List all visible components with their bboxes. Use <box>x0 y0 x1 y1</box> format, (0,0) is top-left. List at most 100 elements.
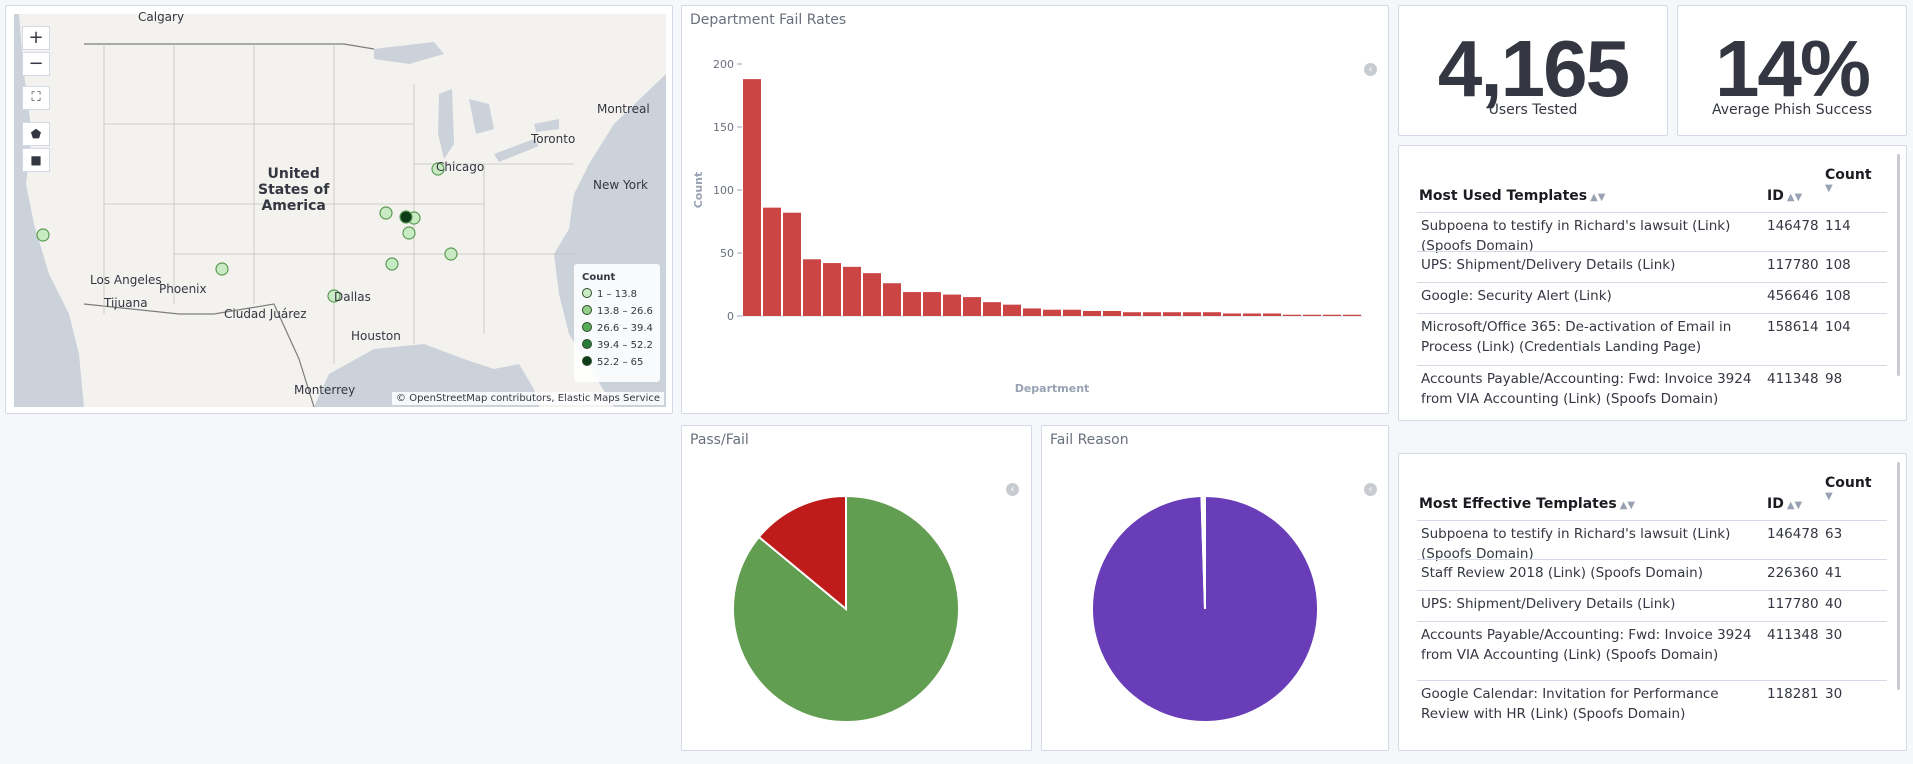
bar[interactable] <box>963 297 981 316</box>
bar[interactable] <box>1083 310 1101 316</box>
legend-item: 52.2 – 65 <box>582 356 643 370</box>
pass-fail-panel: Pass/Fail ‹ <box>681 425 1032 751</box>
bar[interactable] <box>863 273 881 316</box>
bar[interactable] <box>1003 304 1021 316</box>
y-tick-label: 100 <box>713 184 734 197</box>
bar[interactable] <box>803 259 821 316</box>
draw-polygon-icon[interactable]: ⬟ <box>22 122 50 146</box>
map-point[interactable] <box>36 228 50 242</box>
kpi-phish-panel: 14% Average Phish Success <box>1677 5 1907 136</box>
column-header-id[interactable]: ID ▲▼ <box>1767 188 1802 204</box>
bar[interactable] <box>1023 308 1041 316</box>
column-header-id[interactable]: ID ▲▼ <box>1767 496 1802 512</box>
bar[interactable] <box>1263 313 1281 316</box>
legend-item: 13.8 – 26.6 <box>582 305 653 319</box>
city-label: Dallas <box>334 290 371 304</box>
bar[interactable] <box>883 283 901 316</box>
x-axis-label: Department <box>1015 382 1090 395</box>
legend-swatch <box>582 339 592 349</box>
kpi-label: Average Phish Success <box>1711 102 1873 118</box>
table-row[interactable]: Accounts Payable/Accounting: Fwd: Invoic… <box>1417 365 1887 410</box>
table-row[interactable]: Accounts Payable/Accounting: Fwd: Invoic… <box>1417 621 1887 666</box>
most-used-panel: Most Used Templates ▲▼ ID ▲▼ Count ▼ Subpoe… <box>1398 145 1907 421</box>
bar[interactable] <box>1323 314 1341 316</box>
map-point[interactable] <box>379 206 393 220</box>
city-label: Monterrey <box>294 383 356 397</box>
kpi-label: Users Tested <box>1488 102 1578 118</box>
bar[interactable] <box>1143 312 1161 316</box>
column-header-count[interactable]: Count ▼ <box>1825 167 1872 194</box>
bar[interactable] <box>1043 309 1061 316</box>
table-row[interactable]: Subpoena to testify in Richard's lawsuit… <box>1417 212 1887 254</box>
bar[interactable] <box>1343 314 1361 316</box>
map-legend: Count 1 – 13.8 13.8 – 26.6 26.6 – 39.4 3… <box>574 264 660 382</box>
city-label: Toronto <box>531 132 576 146</box>
dept-bar-chart: 0 50 100 150 200 Count Department <box>692 58 1362 395</box>
city-label: Montreal <box>597 102 650 116</box>
region-map[interactable] <box>14 14 666 407</box>
table-row[interactable]: Staff Review 2018 (Link) (Spoofs Domain)… <box>1417 559 1887 590</box>
legend-item: 1 – 13.8 <box>582 288 637 302</box>
table-row[interactable]: Google: Security Alert (Link) 456646 108 <box>1417 282 1887 313</box>
bar[interactable] <box>1103 310 1121 316</box>
bar[interactable] <box>1063 309 1081 316</box>
legend-item: 26.6 – 39.4 <box>582 322 653 336</box>
bar[interactable] <box>763 207 781 316</box>
legend-title: Count <box>582 272 616 283</box>
map-point[interactable] <box>399 210 413 224</box>
y-tick-label: 200 <box>713 58 734 71</box>
bar[interactable] <box>823 263 841 316</box>
legend-swatch <box>582 288 592 298</box>
city-label: New York <box>593 178 648 192</box>
bar[interactable] <box>1243 313 1261 316</box>
table-row[interactable]: Google Calendar: Invitation for Performa… <box>1417 680 1887 725</box>
zoom-out-button[interactable]: − <box>22 52 50 76</box>
column-header-name[interactable]: Most Effective Templates ▲▼ <box>1419 496 1635 512</box>
legend-item: 39.4 – 52.2 <box>582 339 653 353</box>
bar[interactable] <box>923 292 941 316</box>
table-row[interactable]: Subpoena to testify in Richard's lawsuit… <box>1417 520 1887 562</box>
column-header-count[interactable]: Count ▼ <box>1825 475 1872 502</box>
bar[interactable] <box>903 292 921 316</box>
scrollbar[interactable] <box>1897 462 1900 690</box>
dept-fail-panel: Department Fail Rates ‹ 0 50 100 150 200 Coun… <box>681 5 1389 414</box>
bar[interactable] <box>1123 312 1141 316</box>
bar[interactable] <box>1223 313 1241 316</box>
fit-bounds-icon[interactable]: ⛶ <box>22 86 50 110</box>
y-tick-label: 50 <box>720 247 734 260</box>
bar[interactable] <box>1303 314 1321 316</box>
kpi-users-panel: 4,165 Users Tested <box>1398 5 1668 136</box>
table-row[interactable]: Microsoft/Office 365: De-activation of E… <box>1417 313 1887 355</box>
y-tick-label: 150 <box>713 121 734 134</box>
fail-reason-panel: Fail Reason ‹ <box>1041 425 1389 751</box>
bar[interactable] <box>1183 312 1201 316</box>
zoom-in-button[interactable]: + <box>22 26 50 50</box>
draw-rectangle-icon[interactable]: ■ <box>22 148 50 172</box>
bar[interactable] <box>1163 312 1181 316</box>
city-label: Houston <box>351 329 401 343</box>
table-row[interactable]: UPS: Shipment/Delivery Details (Link) 117… <box>1417 251 1887 282</box>
bar[interactable] <box>1203 312 1221 316</box>
bar[interactable] <box>983 302 1001 316</box>
y-tick-label: 0 <box>727 310 734 323</box>
map-point[interactable] <box>385 257 399 271</box>
table-row[interactable]: UPS: Shipment/Delivery Details (Link) 117… <box>1417 590 1887 621</box>
map-attribution[interactable]: © OpenStreetMap contributors, Elastic Ma… <box>392 392 664 405</box>
bar[interactable] <box>943 294 961 316</box>
bar[interactable] <box>783 212 801 316</box>
bar[interactable] <box>843 266 861 316</box>
map-point[interactable] <box>444 247 458 261</box>
legend-swatch <box>582 322 592 332</box>
bar[interactable] <box>743 79 761 317</box>
scrollbar[interactable] <box>1897 154 1900 376</box>
bar[interactable] <box>1283 314 1301 316</box>
y-axis-label: Count <box>692 172 705 209</box>
kpi-value: 4,165 <box>1437 24 1630 113</box>
city-label: Chicago <box>436 160 485 174</box>
kpi-value: 14% <box>1714 24 1871 113</box>
city-label: Los Angeles <box>90 273 162 287</box>
column-header-name[interactable]: Most Used Templates ▲▼ <box>1419 188 1606 204</box>
map-panel: + − ⛶ ⬟ ■ Calgary Montreal Toronto Chica… <box>5 5 673 414</box>
map-point[interactable] <box>402 226 416 240</box>
map-point[interactable] <box>215 262 229 276</box>
